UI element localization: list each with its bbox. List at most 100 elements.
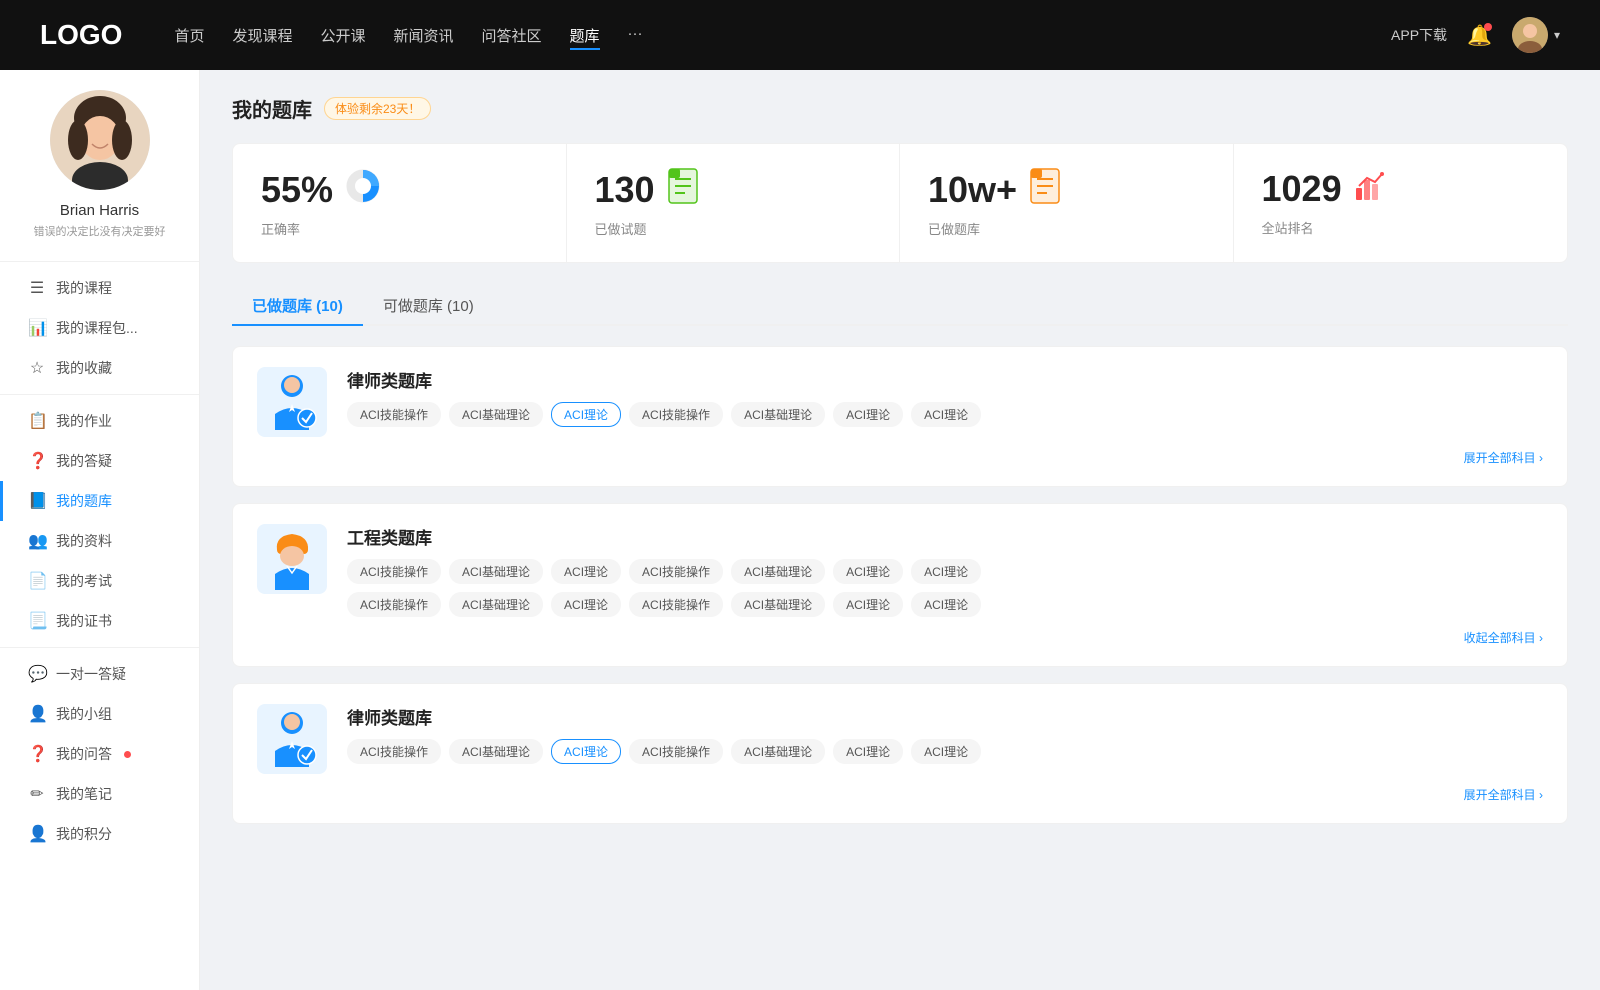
sidebar-item-label: 我的问答 [56, 744, 112, 764]
tag-2-3[interactable]: ACI理论 [551, 559, 621, 584]
sidebar-item-label: 我的资料 [56, 531, 112, 551]
tab-done[interactable]: 已做题库 (10) [232, 287, 363, 324]
tag-1-7[interactable]: ACI理论 [911, 402, 981, 427]
qbank-header-1: 律师类题库 ACI技能操作 ACI基础理论 ACI理论 ACI技能操作 ACI基… [257, 367, 1543, 437]
stats-row: 55% 正确率 130 [232, 143, 1568, 263]
sidebar-username: Brian Harris [60, 202, 139, 219]
tag-3-5[interactable]: ACI基础理论 [731, 739, 825, 764]
stat-label-accuracy: 正确率 [261, 219, 538, 238]
sidebar-item-qbank[interactable]: 📘 我的题库 [0, 481, 199, 521]
nav-news[interactable]: 新闻资讯 [394, 21, 454, 50]
sidebar-avatar [50, 90, 150, 190]
tag-2-4[interactable]: ACI技能操作 [629, 559, 723, 584]
sidebar-item-favorites[interactable]: ☆ 我的收藏 [0, 348, 199, 388]
stat-top-4: 1029 [1262, 168, 1540, 210]
stat-top-2: 130 [595, 168, 872, 211]
qbank-info-2: 工程类题库 ACI技能操作 ACI基础理论 ACI理论 ACI技能操作 ACI基… [347, 524, 1543, 617]
sidebar-item-label: 我的收藏 [56, 358, 112, 378]
tag-2-5[interactable]: ACI基础理论 [731, 559, 825, 584]
qbank-card-2: 工程类题库 ACI技能操作 ACI基础理论 ACI理论 ACI技能操作 ACI基… [232, 503, 1568, 667]
sidebar-item-1on1[interactable]: 💬 一对一答疑 [0, 654, 199, 694]
tag-2r2-6[interactable]: ACI理论 [833, 592, 903, 617]
tag-2-1[interactable]: ACI技能操作 [347, 559, 441, 584]
sidebar-item-questions[interactable]: ❓ 我的问答 [0, 734, 199, 774]
nav-home[interactable]: 首页 [174, 21, 204, 50]
tag-2-6[interactable]: ACI理论 [833, 559, 903, 584]
qbank-icon-lawyer-1 [257, 367, 327, 437]
qbank-expand-1[interactable]: 展开全部科目 › [257, 449, 1543, 466]
tag-2r2-1[interactable]: ACI技能操作 [347, 592, 441, 617]
qbank-list: 律师类题库 ACI技能操作 ACI基础理论 ACI理论 ACI技能操作 ACI基… [232, 346, 1568, 840]
sidebar-item-homework[interactable]: 📋 我的作业 [0, 401, 199, 441]
tag-1-2[interactable]: ACI基础理论 [449, 402, 543, 427]
sidebar-item-profile[interactable]: 👥 我的资料 [0, 521, 199, 561]
qbank-name-3: 律师类题库 [347, 704, 1543, 729]
user-avatar-menu[interactable]: ▾ [1512, 17, 1560, 53]
tag-1-5[interactable]: ACI基础理论 [731, 402, 825, 427]
tag-1-1[interactable]: ACI技能操作 [347, 402, 441, 427]
qbank-collapse-2[interactable]: 收起全部科目 › [257, 629, 1543, 646]
tag-3-7[interactable]: ACI理论 [911, 739, 981, 764]
stat-banks-done: 10w+ 已做题库 [900, 144, 1234, 262]
qbank-info-1: 律师类题库 ACI技能操作 ACI基础理论 ACI理论 ACI技能操作 ACI基… [347, 367, 1543, 427]
page-body: Brian Harris 错误的决定比没有决定要好 ☰ 我的课程 📊 我的课程包… [0, 70, 1600, 990]
qbank-icon-engineer [257, 524, 327, 594]
main-content: 我的题库 体验剩余23天！ 55% [200, 70, 1600, 990]
sidebar-item-my-courses[interactable]: ☰ 我的课程 [0, 268, 199, 308]
sidebar-item-label: 我的笔记 [56, 784, 112, 804]
tag-1-4[interactable]: ACI技能操作 [629, 402, 723, 427]
qbank-info-3: 律师类题库 ACI技能操作 ACI基础理论 ACI理论 ACI技能操作 ACI基… [347, 704, 1543, 764]
tag-3-6[interactable]: ACI理论 [833, 739, 903, 764]
notes-icon: ✏ [28, 784, 46, 804]
tag-2r2-4[interactable]: ACI技能操作 [629, 592, 723, 617]
sidebar-item-label: 我的积分 [56, 824, 112, 844]
nav-qbank[interactable]: 题库 [570, 21, 600, 50]
qbank-expand-3[interactable]: 展开全部科目 › [257, 786, 1543, 803]
tag-2r2-7[interactable]: ACI理论 [911, 592, 981, 617]
sidebar-item-label: 我的课程 [56, 278, 112, 298]
tab-available[interactable]: 可做题库 (10) [363, 287, 494, 324]
app-download[interactable]: APP下载 [1391, 25, 1447, 45]
stat-value-accuracy: 55% [261, 169, 333, 211]
sidebar-item-qa[interactable]: ❓ 我的答疑 [0, 441, 199, 481]
tag-2r2-5[interactable]: ACI基础理论 [731, 592, 825, 617]
sidebar-item-certificate[interactable]: 📃 我的证书 [0, 601, 199, 641]
sidebar-item-notes[interactable]: ✏ 我的笔记 [0, 774, 199, 814]
topnav-right: APP下载 🔔 ▾ [1391, 17, 1560, 53]
sidebar-item-label: 我的课程包... [56, 318, 138, 338]
nav-discover[interactable]: 发现课程 [232, 21, 292, 50]
packages-icon: 📊 [28, 318, 46, 338]
sidebar-item-course-packages[interactable]: 📊 我的课程包... [0, 308, 199, 348]
qbank-tags-3: ACI技能操作 ACI基础理论 ACI理论 ACI技能操作 ACI基础理论 AC… [347, 739, 1543, 764]
pie-chart-icon [345, 168, 381, 211]
sidebar-item-group[interactable]: 👤 我的小组 [0, 694, 199, 734]
notification-bell[interactable]: 🔔 [1467, 23, 1492, 48]
stat-accuracy: 55% 正确率 [233, 144, 567, 262]
nav-more[interactable]: ··· [628, 21, 643, 50]
tag-3-1[interactable]: ACI技能操作 [347, 739, 441, 764]
tag-2r2-3[interactable]: ACI理论 [551, 592, 621, 617]
tag-2-2[interactable]: ACI基础理论 [449, 559, 543, 584]
qbank-icon-lawyer-3 [257, 704, 327, 774]
sidebar: Brian Harris 错误的决定比没有决定要好 ☰ 我的课程 📊 我的课程包… [0, 70, 200, 990]
tag-2r2-2[interactable]: ACI基础理论 [449, 592, 543, 617]
group-icon: 👤 [28, 704, 46, 724]
sidebar-item-points[interactable]: 👤 我的积分 [0, 814, 199, 854]
sidebar-motto: 错误的决定比没有决定要好 [18, 223, 182, 239]
sidebar-item-exam[interactable]: 📄 我的考试 [0, 561, 199, 601]
qbank-tags-2: ACI技能操作 ACI基础理论 ACI理论 ACI技能操作 ACI基础理论 AC… [347, 559, 1543, 584]
sidebar-item-label: 我的题库 [56, 491, 112, 511]
stat-top-3: 10w+ [928, 168, 1205, 211]
tag-2-7[interactable]: ACI理论 [911, 559, 981, 584]
tag-1-6[interactable]: ACI理论 [833, 402, 903, 427]
qbank-header-2: 工程类题库 ACI技能操作 ACI基础理论 ACI理论 ACI技能操作 ACI基… [257, 524, 1543, 617]
tag-3-2[interactable]: ACI基础理论 [449, 739, 543, 764]
nav-qa[interactable]: 问答社区 [482, 21, 542, 50]
tag-1-3[interactable]: ACI理论 [551, 402, 621, 427]
nav-open-course[interactable]: 公开课 [320, 21, 365, 50]
tag-3-3[interactable]: ACI理论 [551, 739, 621, 764]
tag-3-4[interactable]: ACI技能操作 [629, 739, 723, 764]
divider-2 [0, 394, 199, 395]
stat-top: 55% [261, 168, 538, 211]
questions-icon: ❓ [28, 744, 46, 764]
